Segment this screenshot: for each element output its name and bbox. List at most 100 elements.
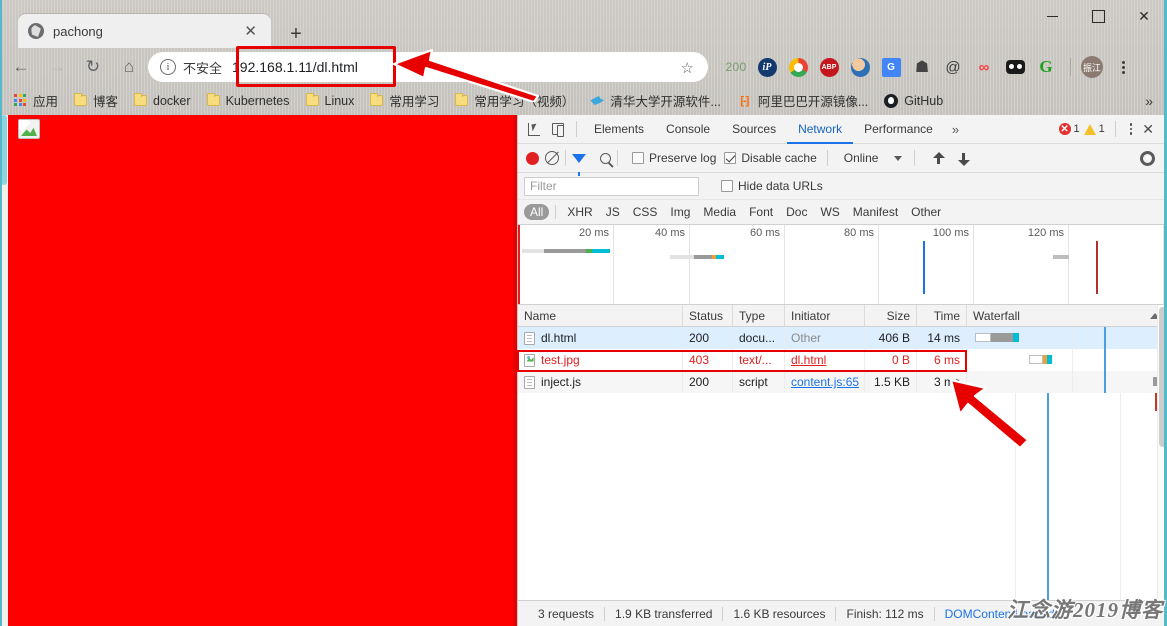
error-count-badge[interactable]: ✕ 1: [1058, 123, 1080, 135]
tab-performance[interactable]: Performance: [853, 115, 944, 144]
type-filter-js[interactable]: JS: [600, 204, 626, 220]
column-header-initiator[interactable]: Initiator: [785, 305, 865, 326]
tab-elements[interactable]: Elements: [583, 115, 655, 144]
column-header-name[interactable]: Name: [518, 305, 683, 326]
initiator-link[interactable]: dl.html: [791, 353, 826, 367]
minimize-button[interactable]: [1029, 0, 1075, 32]
folder-icon: [370, 93, 384, 106]
warning-count-badge[interactable]: 1: [1083, 123, 1105, 135]
adblock-plus-icon[interactable]: ABP: [815, 53, 843, 81]
bookmark-linux[interactable]: Linux: [305, 93, 354, 108]
divider: [914, 150, 916, 166]
document-icon: [524, 331, 535, 345]
user-script-icon[interactable]: ☗: [908, 53, 936, 81]
bookmark-kubernetes[interactable]: Kubernetes: [206, 93, 290, 108]
divider: [1114, 121, 1116, 137]
page-rank-badge[interactable]: 200: [722, 53, 750, 81]
devtools-tabs: Elements Console Sources Network Perform…: [583, 115, 967, 144]
cell-initiator[interactable]: content.js:65: [785, 371, 865, 393]
type-filter-doc[interactable]: Doc: [780, 204, 813, 220]
table-header-row: Name Status Type Initiator Size Time Wat…: [518, 305, 1167, 327]
avatar[interactable]: 振江: [1078, 53, 1106, 81]
search-icon[interactable]: [600, 152, 611, 164]
bookmark-github[interactable]: GitHub: [884, 93, 943, 108]
column-header-type[interactable]: Type: [733, 305, 785, 326]
cell-time: 14 ms: [917, 327, 967, 349]
browser-menu-button[interactable]: [1109, 53, 1137, 81]
export-har-button[interactable]: [958, 152, 971, 166]
type-filter-other[interactable]: Other: [905, 204, 947, 220]
more-tabs-button[interactable]: »: [944, 122, 967, 137]
reload-button[interactable]: ↻: [78, 52, 108, 82]
cell-name[interactable]: dl.html: [518, 327, 683, 349]
type-filter-img[interactable]: Img: [664, 204, 696, 220]
table-row[interactable]: dl.html 200 docu... Other 406 B 14 ms: [518, 327, 1167, 349]
hide-data-urls-checkbox[interactable]: Hide data URLs: [721, 179, 823, 193]
bookmark-star-icon[interactable]: ☆: [681, 59, 694, 77]
cell-name[interactable]: inject.js: [518, 371, 683, 393]
column-header-waterfall[interactable]: Waterfall: [967, 305, 1167, 326]
filter-input[interactable]: Filter: [524, 176, 699, 196]
profile-avatar-icon[interactable]: [846, 53, 874, 81]
bookmark-study-video[interactable]: 常用学习（视频）: [455, 91, 574, 110]
ip-extension-icon[interactable]: iP: [753, 53, 781, 81]
forward-button[interactable]: →: [42, 52, 72, 82]
browser-tab[interactable]: pachong ✕: [18, 14, 271, 48]
column-header-status[interactable]: Status: [683, 305, 733, 326]
inspect-element-icon[interactable]: [522, 117, 546, 141]
site-info-icon[interactable]: i: [160, 59, 176, 75]
record-button[interactable]: [526, 151, 539, 165]
type-filter-media[interactable]: Media: [697, 204, 742, 220]
devtools-highlight-edge: [513, 115, 517, 626]
google-translate-icon[interactable]: G: [877, 53, 905, 81]
table-row[interactable]: inject.js 200 script content.js:65 1.5 K…: [518, 371, 1167, 393]
checkbox-box: [632, 152, 644, 164]
new-tab-button[interactable]: +: [283, 21, 309, 47]
bookmark-tsinghua[interactable]: 清华大学开源软件...: [590, 91, 720, 110]
type-filter-ws[interactable]: WS: [814, 204, 845, 220]
bookmarks-overflow-button[interactable]: »: [1145, 93, 1153, 109]
type-filter-css[interactable]: CSS: [627, 204, 664, 220]
disable-cache-checkbox[interactable]: Disable cache: [724, 151, 817, 165]
column-header-time[interactable]: Time: [917, 305, 967, 326]
bookmark-study[interactable]: 常用学习: [370, 91, 439, 110]
infinity-extension-icon[interactable]: ∞: [970, 53, 998, 81]
devtools-menu-button[interactable]: [1122, 122, 1141, 136]
column-header-size[interactable]: Size: [865, 305, 917, 326]
filter-icon[interactable]: [572, 153, 586, 176]
tab-close-icon[interactable]: ✕: [240, 22, 261, 41]
tab-console[interactable]: Console: [655, 115, 721, 144]
type-filter-xhr[interactable]: XHR: [561, 204, 598, 220]
network-overview-timeline[interactable]: 20 ms 40 ms 60 ms 80 ms 100 ms 120 ms 14…: [518, 225, 1167, 305]
type-filter-all[interactable]: All: [524, 204, 550, 220]
bookmark-apps[interactable]: 应用: [14, 91, 58, 110]
hide-data-urls-label: Hide data URLs: [738, 179, 823, 193]
address-bar[interactable]: i 不安全 192.168.1.11/dl.html ☆: [148, 52, 708, 82]
grammarly-icon[interactable]: G: [1032, 53, 1060, 81]
preserve-log-checkbox[interactable]: Preserve log: [632, 151, 716, 165]
close-window-button[interactable]: ✕: [1121, 0, 1167, 32]
eyes-extension-icon[interactable]: [1001, 53, 1029, 81]
bookmark-docker[interactable]: docker: [134, 93, 191, 108]
gear-icon[interactable]: [1140, 150, 1155, 166]
tab-sources[interactable]: Sources: [721, 115, 787, 144]
home-button[interactable]: ⌂: [114, 52, 144, 82]
initiator-link[interactable]: content.js:65: [791, 375, 859, 389]
type-filter-font[interactable]: Font: [743, 204, 779, 220]
clear-button[interactable]: [545, 151, 559, 165]
cell-initiator[interactable]: dl.html: [785, 349, 865, 371]
bookmark-alibaba[interactable]: [-] 阿里巴巴开源镜像...: [737, 91, 868, 110]
ghostery-icon[interactable]: @: [939, 53, 967, 81]
back-button[interactable]: ←: [6, 52, 36, 82]
device-toolbar-icon[interactable]: [546, 117, 570, 141]
import-har-button[interactable]: [933, 151, 946, 165]
cell-name[interactable]: test.jpg: [518, 349, 683, 371]
table-row[interactable]: test.jpg 403 text/... dl.html 0 B 6 ms: [518, 349, 1167, 371]
maximize-button[interactable]: [1075, 0, 1121, 32]
bookmark-blog[interactable]: 博客: [74, 91, 118, 110]
devtools-close-button[interactable]: ✕: [1140, 121, 1161, 138]
type-filter-manifest[interactable]: Manifest: [847, 204, 904, 220]
throttling-select[interactable]: Online: [844, 151, 903, 165]
chrome-extension-icon[interactable]: [784, 53, 812, 81]
tab-network[interactable]: Network: [787, 115, 853, 144]
